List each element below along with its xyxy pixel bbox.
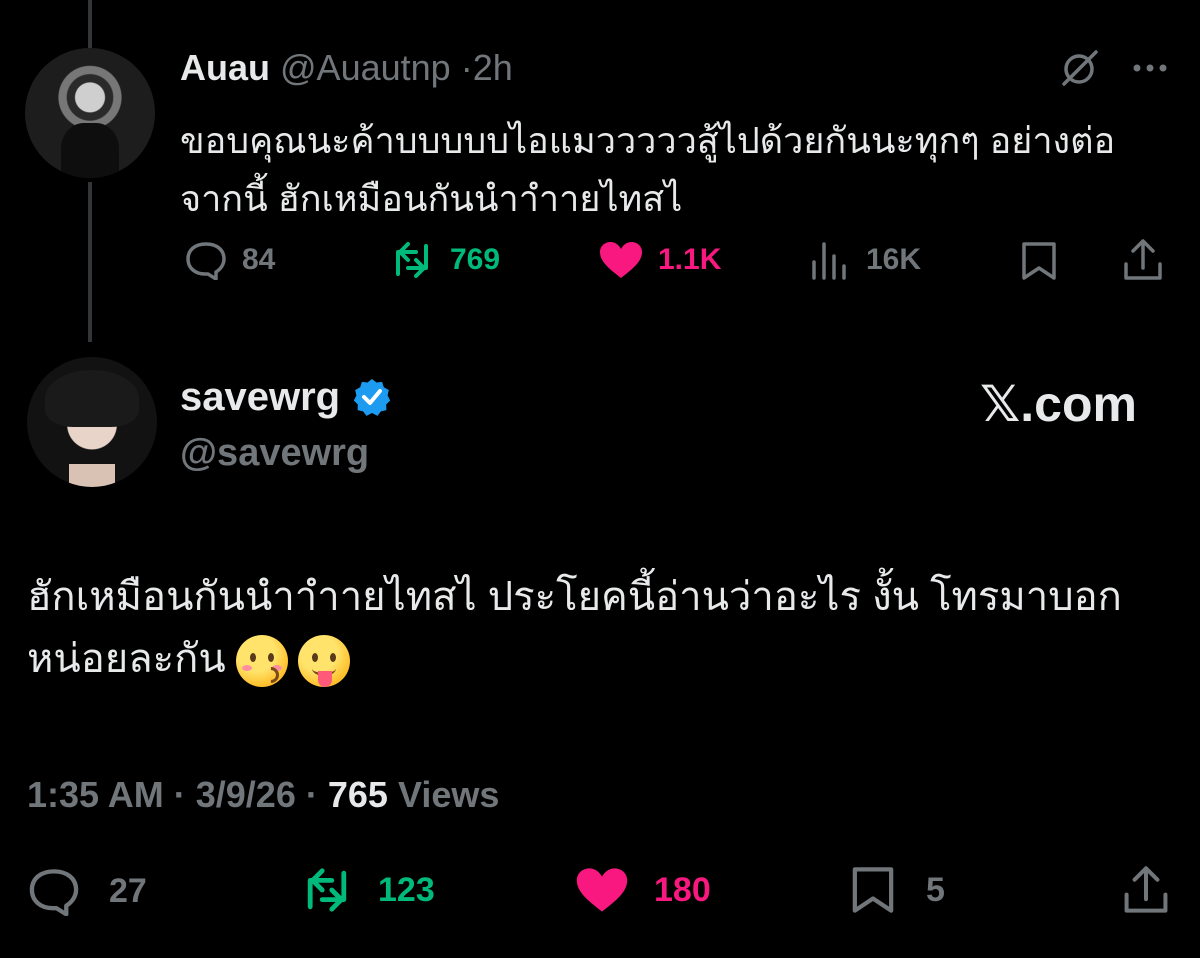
main-text: ฮักเหมือนกันนำาําายไทสไ ประโยคนี้อ่านว่า… (27, 566, 1167, 690)
main-views-count: 765 (327, 774, 388, 815)
views-icon (812, 242, 846, 280)
reply-reply-count: 84 (242, 243, 276, 276)
reply-views-button[interactable]: 16K (808, 240, 921, 280)
reply-header: Auau @Auautnp ·2h (180, 46, 513, 90)
main-like-button[interactable]: 180 (574, 866, 711, 914)
repost-icon (307, 868, 347, 912)
bookmark-icon (852, 867, 894, 913)
x-watermark: 𝕏.com (980, 376, 1137, 432)
main-reply-count: 27 (109, 871, 147, 910)
reply-views-count: 16K (866, 243, 922, 276)
reply-repost-count: 769 (450, 243, 501, 276)
reply-time[interactable]: 2h (473, 47, 513, 88)
timestamp-separator-2: · (305, 774, 318, 815)
main-timestamp: 1:35 AM · 3/9/26 · 765 Views (27, 770, 499, 820)
reply-like-button[interactable]: 1.1K (598, 240, 721, 280)
reply-like-count: 1.1K (658, 243, 722, 276)
main-time[interactable]: 1:35 AM (27, 774, 164, 815)
grok-icon[interactable] (1058, 48, 1100, 90)
bookmark-icon[interactable] (1020, 240, 1058, 282)
like-icon (600, 242, 642, 278)
main-views-label: Views (397, 774, 500, 815)
main-date[interactable]: 3/9/26 (196, 774, 296, 815)
reply-icon (29, 869, 79, 916)
reply-text: ขอบคุณนะค้าบบบบบไอแมวววววสู้ไปด้วยกันนะท… (180, 120, 1116, 219)
reply-reply-button[interactable]: 84 (184, 240, 275, 280)
main-reply-button[interactable]: 27 (27, 866, 147, 916)
share-icon[interactable] (1122, 864, 1170, 916)
like-icon (576, 868, 628, 912)
tongue-face-emoji (297, 635, 350, 688)
kissing-face-emoji (235, 635, 288, 688)
reply-separator: · (460, 47, 473, 88)
thread-line-top (88, 0, 92, 48)
share-icon[interactable] (1122, 238, 1164, 282)
main-text-body: ฮักเหมือนกันนำาําายไทสไ ประโยคนี้อ่านว่า… (27, 575, 1122, 681)
reply-author-handle[interactable]: @Auautnp (280, 47, 451, 88)
repost-icon (396, 242, 428, 278)
main-author-row: savewrg (180, 372, 392, 422)
main-bookmark-count: 5 (926, 870, 945, 909)
main-avatar[interactable] (27, 357, 157, 487)
more-icon[interactable] (1130, 56, 1170, 80)
reply-author-name[interactable]: Auau (180, 47, 270, 88)
reply-avatar[interactable] (25, 48, 155, 178)
main-like-count: 180 (654, 870, 711, 909)
timestamp-separator-1: · (173, 774, 186, 815)
reply-repost-button[interactable]: 769 (388, 240, 500, 280)
main-author-name[interactable]: savewrg (180, 372, 340, 422)
reply-icon (186, 242, 226, 280)
main-repost-count: 123 (378, 870, 435, 909)
main-bookmark-button[interactable]: 5 (850, 864, 945, 916)
main-author-handle[interactable]: @savewrg (180, 428, 369, 478)
thread-line-connector (88, 182, 92, 342)
main-repost-button[interactable]: 123 (298, 866, 435, 914)
verified-badge-icon (353, 379, 391, 416)
